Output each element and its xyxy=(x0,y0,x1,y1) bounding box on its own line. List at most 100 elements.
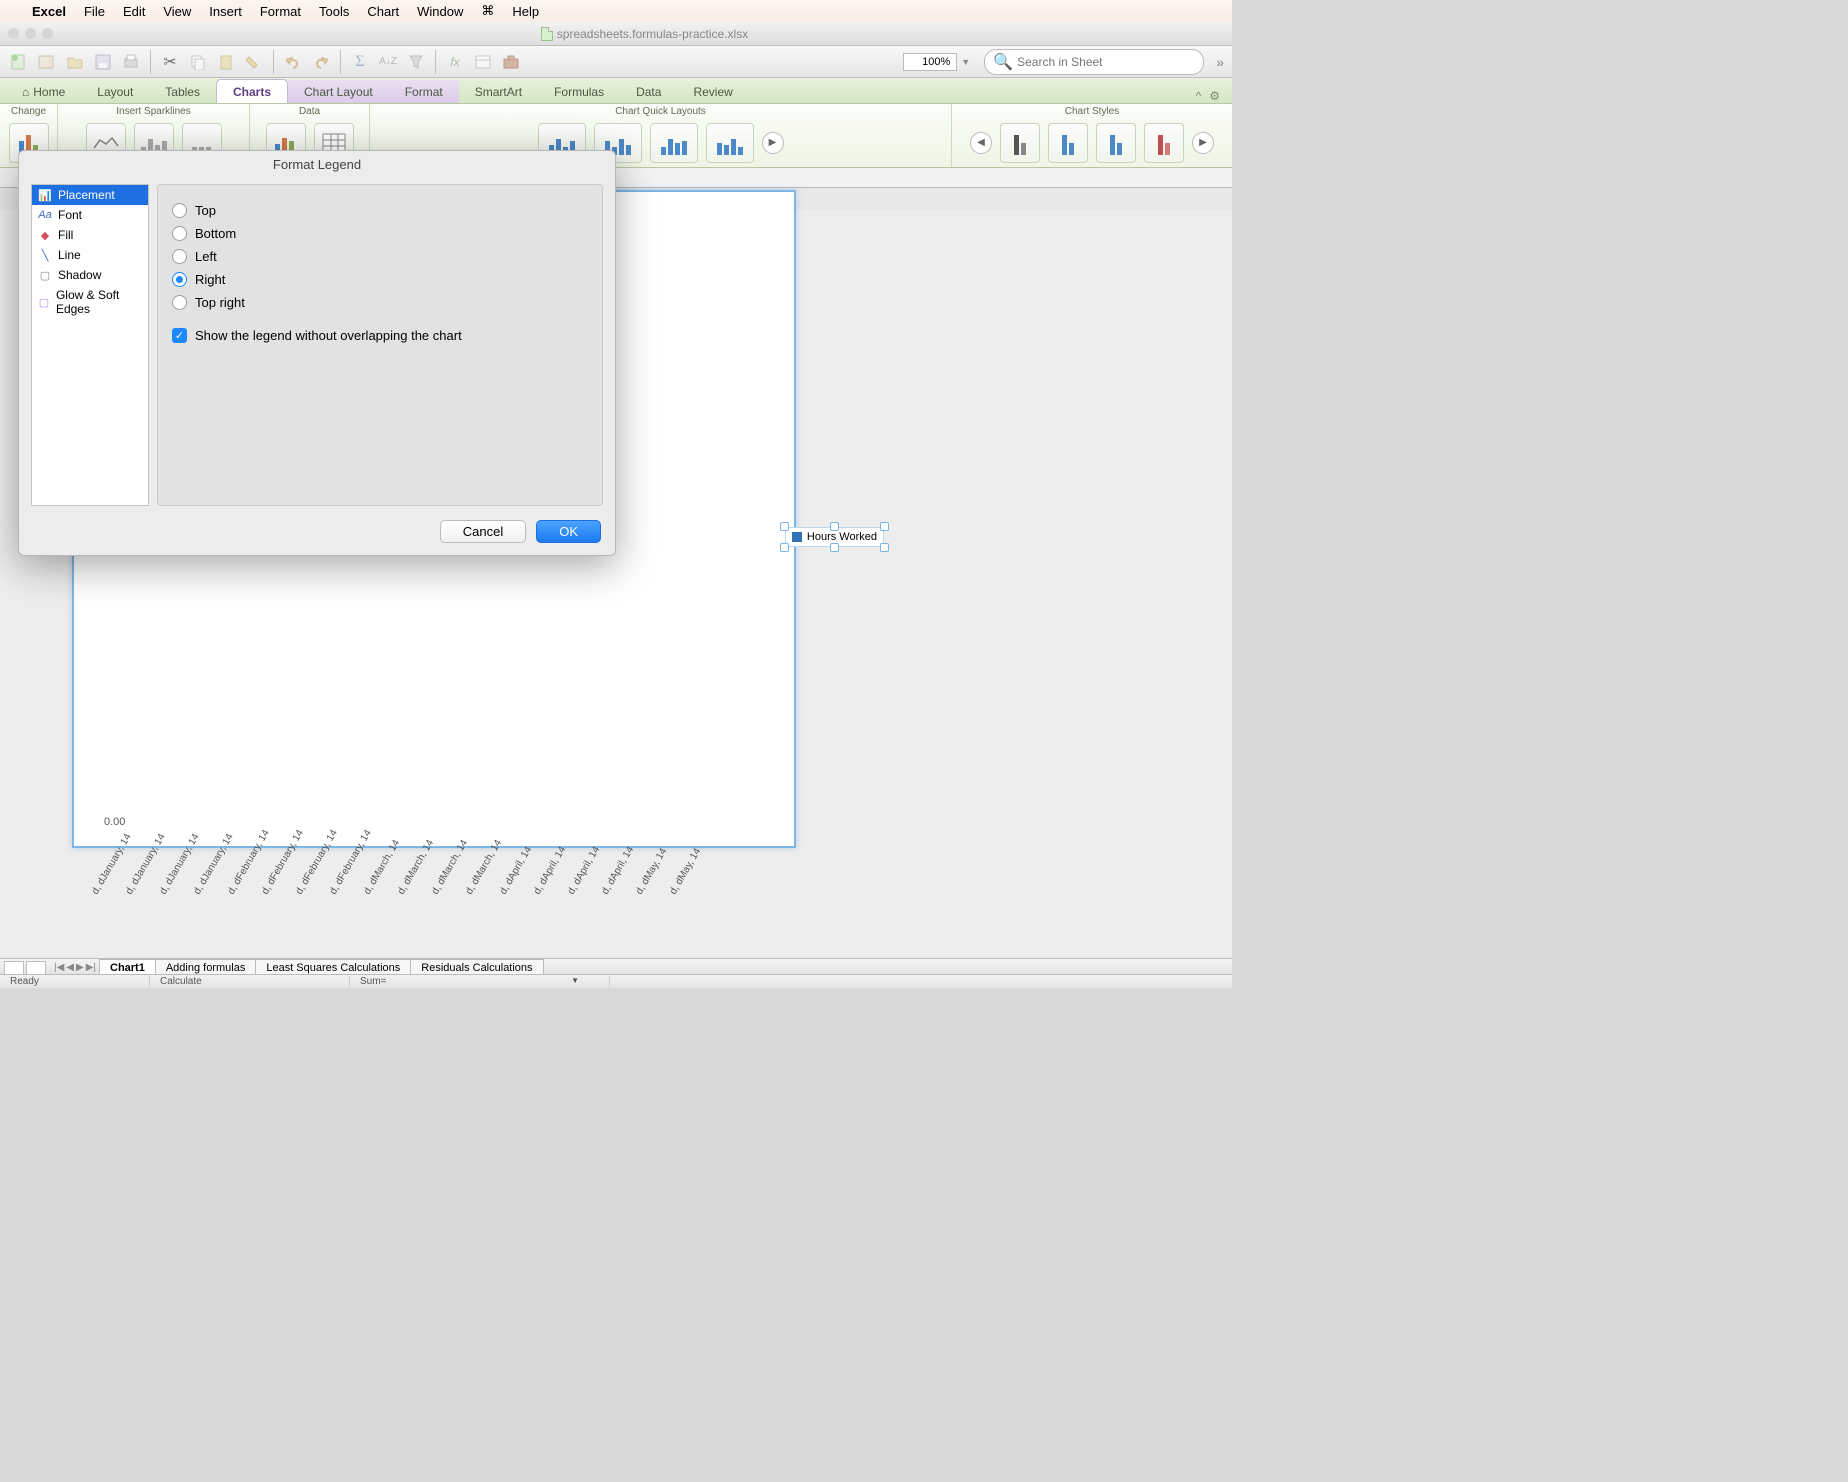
search-box[interactable]: 🔍 xyxy=(984,49,1204,75)
glow-icon: ▢ xyxy=(38,295,50,309)
sidebar-item-line[interactable]: ╲Line xyxy=(32,245,148,265)
menu-help[interactable]: Help xyxy=(512,4,539,19)
paste-icon[interactable] xyxy=(215,51,237,73)
app-name[interactable]: Excel xyxy=(32,4,66,19)
copy-icon[interactable] xyxy=(187,51,209,73)
menu-insert[interactable]: Insert xyxy=(209,4,242,19)
last-sheet-icon[interactable]: ▶| xyxy=(86,962,96,973)
autosum-icon[interactable]: Σ xyxy=(349,51,371,73)
radio-right[interactable]: Right xyxy=(172,268,588,291)
collapse-ribbon-icon[interactable]: ^ xyxy=(1196,89,1202,103)
undo-icon[interactable] xyxy=(282,51,304,73)
chart-style-prev-icon[interactable]: ◀ xyxy=(970,132,992,154)
first-sheet-icon[interactable]: |◀ xyxy=(54,962,64,973)
status-calculate[interactable]: Calculate xyxy=(150,976,350,987)
tab-smartart[interactable]: SmartArt xyxy=(459,80,538,103)
menu-window[interactable]: Window xyxy=(417,4,463,19)
toolbox-icon[interactable] xyxy=(500,51,522,73)
radio-left[interactable]: Left xyxy=(172,245,588,268)
sidebar-item-font[interactable]: AaFont xyxy=(32,205,148,225)
status-sum[interactable]: Sum=▼ xyxy=(350,976,610,987)
open-icon[interactable] xyxy=(64,51,86,73)
radio-top-right[interactable]: Top right xyxy=(172,291,588,314)
dialog-content: Top Bottom Left Right Top right ✓Show th… xyxy=(157,184,603,506)
templates-icon[interactable] xyxy=(36,51,58,73)
search-input[interactable] xyxy=(1017,55,1195,69)
excel-window: spreadsheets.formulas-practice.xlsx ✂ Σ … xyxy=(0,22,1232,988)
quick-layout-next-icon[interactable]: ▶ xyxy=(762,132,784,154)
legend-swatch-icon xyxy=(792,532,802,542)
tab-formulas[interactable]: Formulas xyxy=(538,80,620,103)
show-formulas-icon[interactable] xyxy=(472,51,494,73)
overflow-icon[interactable]: » xyxy=(1216,54,1224,70)
tab-home[interactable]: ⌂Home xyxy=(6,80,81,103)
window-controls[interactable] xyxy=(8,28,53,39)
menu-chart[interactable]: Chart xyxy=(367,4,399,19)
line-icon: ╲ xyxy=(38,248,52,262)
document-title: spreadsheets.formulas-practice.xlsx xyxy=(557,27,748,41)
cancel-button[interactable]: Cancel xyxy=(440,520,526,543)
save-icon[interactable] xyxy=(92,51,114,73)
page-layout-view-icon[interactable] xyxy=(26,961,46,975)
sidebar-item-placement[interactable]: 📊Placement xyxy=(32,185,148,205)
mac-menubar: Excel File Edit View Insert Format Tools… xyxy=(0,0,1232,22)
legend-text: Hours Worked xyxy=(807,531,877,543)
menu-tools[interactable]: Tools xyxy=(319,4,349,19)
cut-icon[interactable]: ✂ xyxy=(159,51,181,73)
quick-layout-4[interactable] xyxy=(706,123,754,163)
y-axis-zero: 0.00 xyxy=(104,816,125,828)
normal-view-icon[interactable] xyxy=(4,961,24,975)
document-icon xyxy=(541,27,553,41)
checkbox-no-overlap[interactable]: ✓Show the legend without overlapping the… xyxy=(172,314,588,343)
group-quick-layouts-label: Chart Quick Layouts xyxy=(376,106,945,118)
tab-tables[interactable]: Tables xyxy=(149,80,216,103)
tab-review[interactable]: Review xyxy=(677,80,748,103)
redo-icon[interactable] xyxy=(310,51,332,73)
next-sheet-icon[interactable]: ▶ xyxy=(76,962,84,973)
tab-chart-layout[interactable]: Chart Layout xyxy=(288,80,389,103)
new-icon[interactable] xyxy=(8,51,30,73)
chart-style-4[interactable] xyxy=(1144,123,1184,163)
search-icon: 🔍 xyxy=(993,52,1013,72)
fx-icon[interactable]: fx xyxy=(444,51,466,73)
filter-icon[interactable] xyxy=(405,51,427,73)
menu-edit[interactable]: Edit xyxy=(123,4,145,19)
tab-data[interactable]: Data xyxy=(620,80,677,103)
sort-icon[interactable]: A↓Z xyxy=(377,51,399,73)
chart-style-3[interactable] xyxy=(1096,123,1136,163)
status-ready: Ready xyxy=(0,976,150,987)
gear-icon[interactable]: ⚙ xyxy=(1209,89,1220,103)
format-painter-icon[interactable] xyxy=(243,51,265,73)
tab-layout[interactable]: Layout xyxy=(81,80,149,103)
format-legend-dialog: Format Legend 📊Placement AaFont ◆Fill ╲L… xyxy=(18,150,616,556)
shadow-icon: ▢ xyxy=(38,268,52,282)
chart-style-2[interactable] xyxy=(1048,123,1088,163)
print-icon[interactable] xyxy=(120,51,142,73)
sidebar-item-fill[interactable]: ◆Fill xyxy=(32,225,148,245)
chart-legend[interactable]: Hours Worked xyxy=(785,527,884,547)
script-menu-icon[interactable]: ⌘ xyxy=(481,3,494,19)
group-change-label: Change xyxy=(6,106,51,118)
font-icon: Aa xyxy=(38,208,52,222)
sidebar-item-glow[interactable]: ▢Glow & Soft Edges xyxy=(32,285,148,319)
menu-format[interactable]: Format xyxy=(260,4,301,19)
prev-sheet-icon[interactable]: ◀ xyxy=(66,962,74,973)
radio-top[interactable]: Top xyxy=(172,199,588,222)
menu-file[interactable]: File xyxy=(84,4,105,19)
ribbon-tabs: ⌂Home Layout Tables Charts Chart Layout … xyxy=(0,78,1232,104)
status-bar: Ready Calculate Sum=▼ xyxy=(0,974,1232,988)
chart-style-1[interactable] xyxy=(1000,123,1040,163)
tab-format[interactable]: Format xyxy=(389,80,459,103)
quick-layout-3[interactable] xyxy=(650,123,698,163)
x-axis-labels: d, dJanuary, 14d, dJanuary, 14d, dJanuar… xyxy=(90,891,1202,902)
zoom-value[interactable]: 100% xyxy=(903,53,957,71)
ok-button[interactable]: OK xyxy=(536,520,601,543)
menu-view[interactable]: View xyxy=(163,4,191,19)
zoom-dropdown-icon[interactable]: ▼ xyxy=(961,57,970,67)
radio-bottom[interactable]: Bottom xyxy=(172,222,588,245)
dialog-sidebar: 📊Placement AaFont ◆Fill ╲Line ▢Shadow ▢G… xyxy=(31,184,149,506)
tab-charts[interactable]: Charts xyxy=(216,79,288,103)
sidebar-item-shadow[interactable]: ▢Shadow xyxy=(32,265,148,285)
chart-style-next-icon[interactable]: ▶ xyxy=(1192,132,1214,154)
fill-icon: ◆ xyxy=(38,228,52,242)
